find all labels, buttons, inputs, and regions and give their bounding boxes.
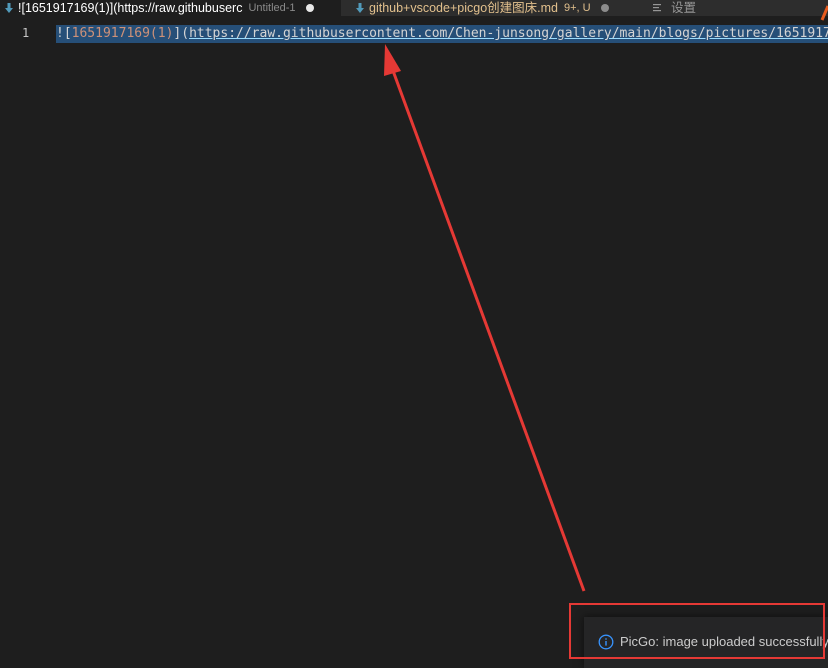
code-image-url[interactable]: https://raw.githubusercontent.com/Chen-j… [189,26,828,41]
code-punctuation: ![ [56,26,72,41]
tab-status: 9+, U [563,2,591,14]
code-image-alt: 1651917169(1) [71,26,174,41]
notification-toast[interactable]: PicGo: image uploaded successfully [584,617,828,668]
settings-icon [653,2,665,14]
tab-bar: ![1651917169(1)](https://raw.githubuserc… [0,0,828,16]
info-icon [598,634,614,650]
tab-settings[interactable]: 设置 [639,0,828,16]
annotation-corner-mark [820,5,828,21]
tab-untitled[interactable]: ![1651917169(1)](https://raw.githubuserc… [0,0,341,16]
markdown-icon [353,1,367,15]
notification-message: PicGo: image uploaded successfully [620,634,828,649]
code-line-selected[interactable]: ![1651917169(1)](https://raw.githubuserc… [56,25,828,43]
tab-title: 设置 [671,1,697,15]
tab-description: Untitled-1 [248,2,296,14]
tab-title: ![1651917169(1)](https://raw.githubuserc [18,1,243,15]
tab-title: github+vscode+picgo创建图床.md [369,1,558,15]
dirty-indicator-icon[interactable] [600,4,609,12]
tab-github-vscode-picgo[interactable]: github+vscode+picgo创建图床.md 9+, U [341,0,639,16]
markdown-icon [2,1,16,15]
dirty-indicator-icon[interactable] [305,4,314,12]
vscode-window: ![1651917169(1)](https://raw.githubuserc… [0,0,828,668]
editor-area[interactable]: 1 ![1651917169(1)](https://raw.githubuse… [0,16,828,668]
line-number: 1 [22,26,30,40]
code-punctuation: ]( [173,26,190,41]
